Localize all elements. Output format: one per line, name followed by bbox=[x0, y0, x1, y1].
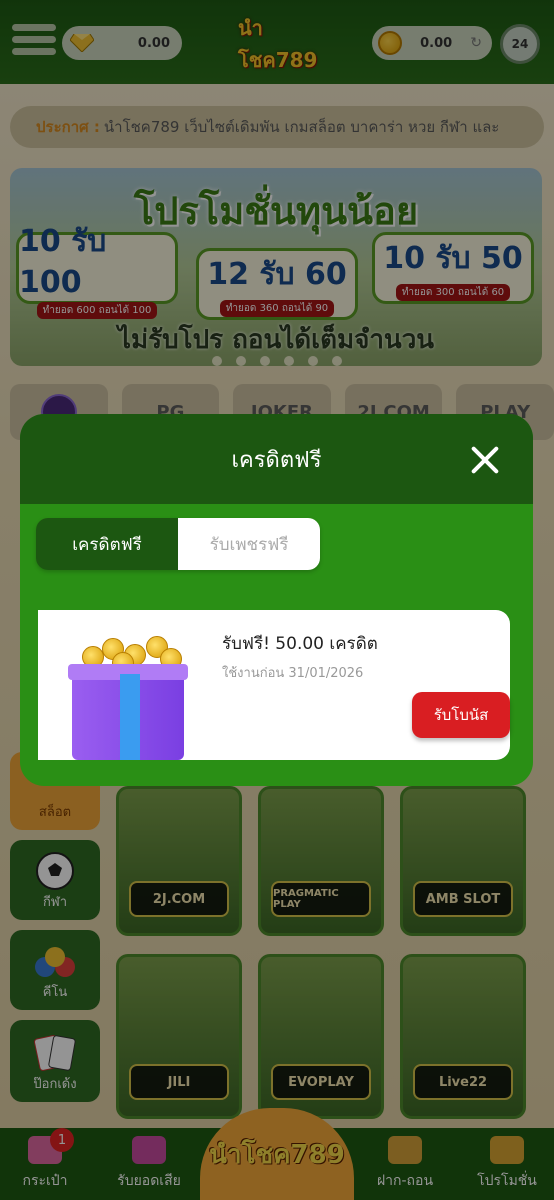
bonus-expiry: ใช้งานก่อน 31/01/2026 bbox=[222, 666, 364, 681]
free-credit-modal: เครดิตฟรี เครดิตฟรี รับเพชรฟรี รับฟรี! 5… bbox=[20, 414, 533, 786]
bonus-title: รับฟรี! 50.00 เครดิต bbox=[222, 634, 378, 654]
tab-free-credit[interactable]: เครดิตฟรี bbox=[36, 518, 178, 570]
modal-tabs: เครดิตฟรี รับเพชรฟรี bbox=[36, 518, 320, 570]
bonus-card: รับฟรี! 50.00 เครดิต ใช้งานก่อน 31/01/20… bbox=[38, 610, 510, 760]
gift-box-icon bbox=[68, 634, 188, 760]
modal-header: เครดิตฟรี bbox=[20, 414, 533, 504]
claim-bonus-button[interactable]: รับโบนัส bbox=[412, 692, 510, 738]
tab-free-diamond[interactable]: รับเพชรฟรี bbox=[178, 518, 320, 570]
modal-title: เครดิตฟรี bbox=[231, 447, 322, 473]
close-icon[interactable] bbox=[465, 440, 505, 480]
